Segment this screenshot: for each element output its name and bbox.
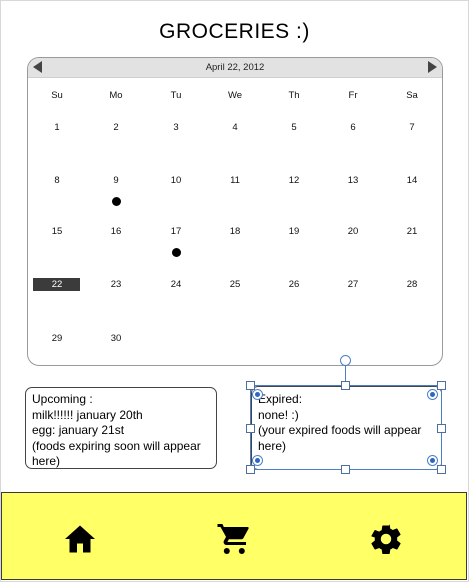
calendar-day[interactable]: 22 — [37, 279, 77, 290]
gear-icon — [371, 524, 401, 555]
home-icon — [65, 525, 95, 553]
resize-handle-se[interactable] — [437, 465, 446, 474]
corner-radius-handle[interactable] — [252, 455, 263, 466]
calendar-day[interactable]: 10 — [156, 175, 196, 186]
next-month-arrow-icon[interactable] — [428, 61, 437, 73]
calendar-day[interactable]: 23 — [96, 279, 136, 290]
calendar-day[interactable]: 9 — [96, 175, 136, 186]
resize-handle-ne[interactable] — [437, 381, 446, 390]
calendar-day[interactable]: 4 — [215, 122, 255, 133]
calendar-day[interactable]: 26 — [274, 279, 314, 290]
calendar-day[interactable]: 30 — [96, 333, 136, 344]
weekday-label: Fr — [348, 90, 358, 101]
calendar-day[interactable]: 16 — [96, 226, 136, 237]
calendar-day[interactable]: 2 — [96, 122, 136, 133]
calendar-month-label: April 22, 2012 — [205, 62, 265, 73]
calendar-day[interactable]: 19 — [274, 226, 314, 237]
page-title: GROCERIES :) — [159, 20, 310, 43]
rotation-stem — [345, 366, 346, 381]
corner-radius-handle[interactable] — [252, 389, 263, 400]
resize-handle-nw[interactable] — [246, 381, 255, 390]
calendar-day[interactable]: 7 — [392, 122, 432, 133]
resize-handle-n[interactable] — [341, 381, 350, 390]
calendar-day[interactable]: 29 — [37, 333, 77, 344]
bottom-nav-bar — [1, 492, 467, 580]
calendar-day[interactable]: 17 — [156, 226, 196, 237]
resize-handle-w[interactable] — [246, 424, 255, 433]
calendar[interactable]: April 22, 2012 Su Mo Tu We Th Fr Sa 1 2 3 4 5 6 7 8 9 10… — [27, 57, 443, 366]
calendar-day[interactable]: 15 — [37, 226, 77, 237]
calendar-day[interactable]: 14 — [392, 175, 432, 186]
cart-button[interactable] — [214, 521, 254, 557]
weekday-label: Mo — [109, 90, 123, 101]
calendar-day[interactable]: 13 — [333, 175, 373, 186]
calendar-day[interactable]: 24 — [156, 279, 196, 290]
calendar-day[interactable]: 11 — [215, 175, 255, 186]
resize-handle-s[interactable] — [341, 465, 350, 474]
upcoming-line: milk!!!!!! january 20th — [32, 407, 143, 422]
weekday-label: Th — [288, 90, 300, 101]
expiry-marker-dot — [112, 197, 121, 206]
calendar-day[interactable]: 25 — [215, 279, 255, 290]
rotate-handle[interactable] — [340, 355, 351, 366]
calendar-day[interactable]: 5 — [274, 122, 314, 133]
upcoming-line: here) — [32, 454, 61, 468]
weekday-label: Sa — [406, 90, 418, 101]
home-button[interactable] — [60, 521, 100, 557]
cart-icon — [217, 524, 249, 554]
weekday-label: We — [227, 90, 243, 101]
calendar-day[interactable]: 12 — [274, 175, 314, 186]
weekday-label: Su — [51, 90, 63, 101]
calendar-day[interactable]: 6 — [333, 122, 373, 133]
calendar-day[interactable]: 20 — [333, 226, 373, 237]
settings-button[interactable] — [366, 521, 406, 557]
resize-handle-e[interactable] — [437, 424, 446, 433]
calendar-day[interactable]: 8 — [37, 175, 77, 186]
calendar-day[interactable]: 28 — [392, 279, 432, 290]
corner-radius-handle[interactable] — [427, 389, 438, 400]
upcoming-panel[interactable]: Upcoming : milk!!!!!! january 20th egg: … — [25, 387, 217, 469]
expiry-marker-dot — [172, 248, 181, 257]
resize-handle-sw[interactable] — [246, 465, 255, 474]
calendar-header: April 22, 2012 — [28, 58, 442, 78]
calendar-day[interactable]: 27 — [333, 279, 373, 290]
calendar-day[interactable]: 1 — [37, 122, 77, 133]
upcoming-heading: Upcoming : — [32, 392, 93, 406]
upcoming-line: egg: january 21st — [32, 423, 125, 437]
selection-frame — [250, 385, 442, 470]
calendar-day[interactable]: 18 — [215, 226, 255, 237]
calendar-day[interactable]: 21 — [392, 226, 432, 237]
calendar-day[interactable]: 3 — [156, 122, 196, 133]
weekday-label: Tu — [170, 90, 182, 101]
corner-radius-handle[interactable] — [427, 455, 438, 466]
upcoming-line: (foods expiring soon will appear — [32, 438, 201, 453]
